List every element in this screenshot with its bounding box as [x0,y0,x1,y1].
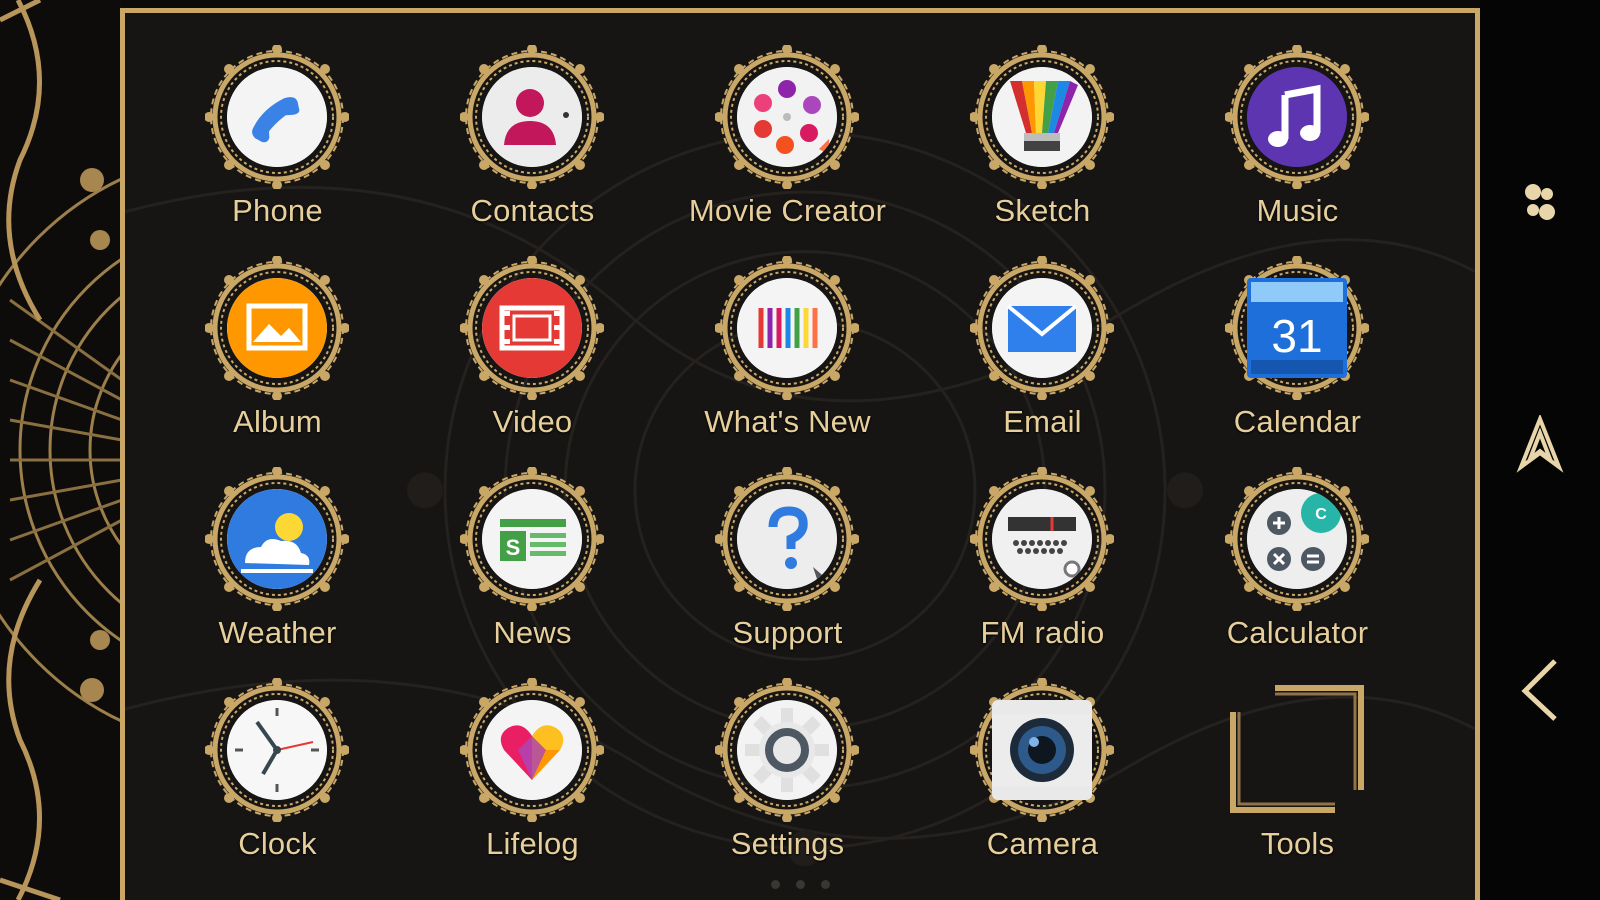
camera-icon [992,700,1092,800]
weather-icon [227,489,327,589]
page-dot [820,880,830,889]
app-movie-creator[interactable]: Movie Creator [635,13,895,228]
app-grid: Phone Contacts Movie Creator Sketch Musi… [125,13,1475,900]
app-lifelog[interactable]: Lifelog [380,646,640,861]
sketch-icon [992,67,1092,167]
app-music[interactable]: Music [1145,13,1405,228]
app-clock[interactable]: Clock [125,646,385,861]
app-settings[interactable]: Settings [635,646,895,861]
app-sketch[interactable]: Sketch [890,13,1150,228]
recent-apps-icon [1525,184,1555,220]
app-weather[interactable]: Weather [125,435,385,650]
app-drawer: Phone Contacts Movie Creator Sketch Musi… [120,8,1480,900]
back-icon [1521,659,1557,721]
contacts-icon [482,67,582,167]
settings-icon [737,700,837,800]
app-support[interactable]: Support [635,435,895,650]
clock-icon [227,700,327,800]
page-dot [770,880,780,889]
home-button[interactable] [1500,405,1580,485]
video-icon [482,278,582,378]
page-dot [795,880,805,889]
svg-text:C: C [1315,506,1327,523]
calendar-icon: 31 [1247,278,1347,378]
app-fm-radio[interactable]: FM radio [890,435,1150,650]
navigation-bar [1480,0,1600,900]
phone-icon [227,67,327,167]
back-button[interactable] [1500,650,1580,730]
page-indicator [125,876,1475,894]
calendar-day: 31 [1271,310,1322,362]
recent-apps-button[interactable] [1500,165,1580,245]
fm-radio-icon [992,489,1092,589]
news-icon: S [482,489,582,589]
app-calculator[interactable]: C Calculator [1145,435,1405,650]
app-phone[interactable]: Phone [125,13,385,228]
home-icon [1516,415,1564,473]
folder-icon [1230,685,1364,813]
album-icon [227,278,327,378]
app-tools-folder[interactable]: Tools [1145,646,1405,861]
calculator-icon: C [1247,489,1347,589]
music-icon [1247,67,1347,167]
app-album[interactable]: Album [125,224,385,439]
app-news[interactable]: S News [380,435,640,650]
app-calendar[interactable]: 31 Calendar [1145,224,1405,439]
wallpaper-edge [0,0,122,900]
app-camera[interactable]: Camera [890,646,1150,861]
svg-text:S: S [506,535,521,560]
whats-new-icon [737,278,837,378]
app-video[interactable]: Video [380,224,640,439]
email-icon [992,278,1092,378]
app-label: Tools [1260,826,1335,861]
support-icon [737,489,837,589]
app-email[interactable]: Email [890,224,1150,439]
app-whats-new[interactable]: What's New [635,224,895,439]
movie-creator-icon [737,67,837,167]
app-contacts[interactable]: Contacts [380,13,640,228]
lifelog-icon [482,700,582,800]
